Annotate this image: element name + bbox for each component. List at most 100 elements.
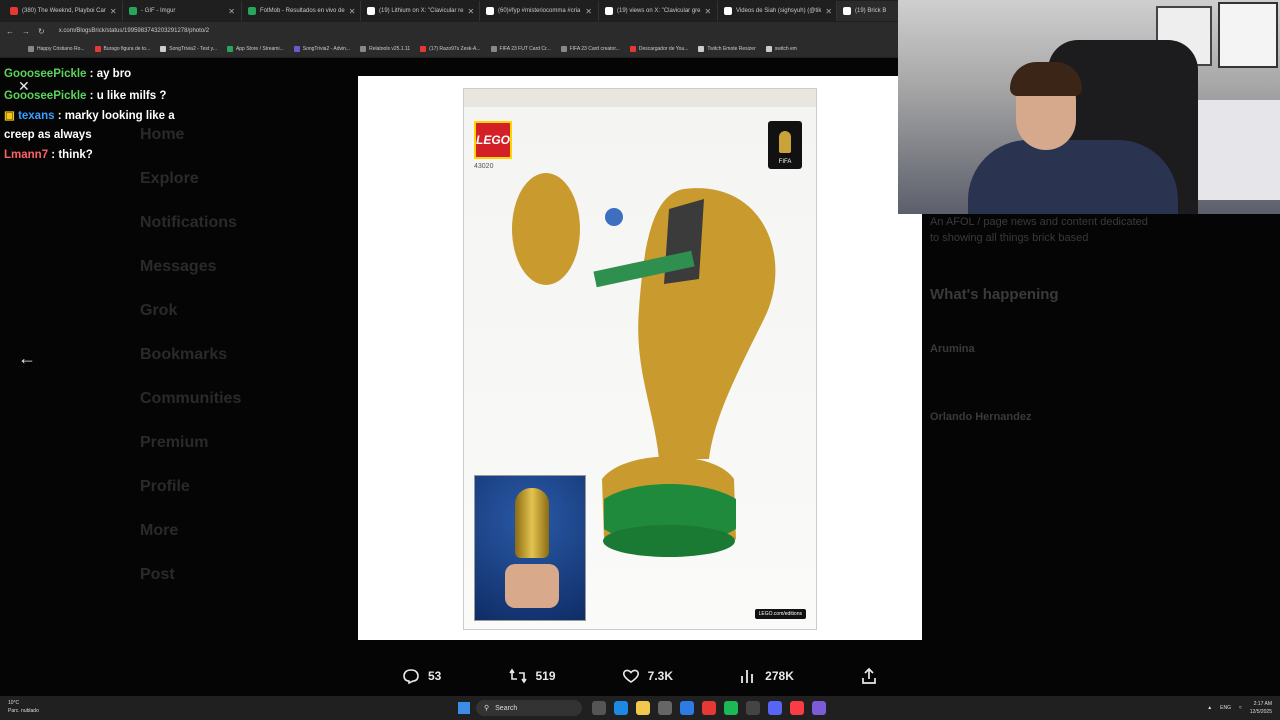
bookmark-item[interactable]: Relatools v25.1.11 [360, 45, 410, 52]
post-actions-bar: 53 519 7.3K 278K [358, 662, 922, 690]
weather-widget[interactable]: 10°C Parc. nublado [8, 699, 39, 715]
tab-label: - GIF - Imgur [141, 8, 176, 14]
browser-tab[interactable]: (19) views on X: "Clavicular gre ✕ [599, 1, 718, 21]
chevron-up-icon[interactable]: ▲ [1207, 705, 1212, 711]
like-button[interactable]: 7.3K [622, 668, 673, 684]
store-icon[interactable] [658, 701, 672, 715]
trend-2[interactable]: Orlando Hernandez [930, 411, 1260, 423]
bookmark-item[interactable]: switch em [765, 45, 797, 52]
share-icon [862, 667, 876, 684]
discord-icon[interactable] [768, 701, 782, 715]
bookmark-item[interactable]: FIFA 23 Card creator... [560, 45, 620, 52]
chat-username[interactable]: GoooseePickle [4, 68, 86, 80]
chat-text: : ay bro [86, 68, 132, 80]
url-field[interactable]: x.com/BlogsBrick/status/1995983743203291… [59, 28, 209, 34]
chat-text: : u like milfs ? [86, 89, 167, 102]
share-button[interactable] [860, 667, 878, 685]
bookmark-favicon-icon [629, 45, 636, 52]
views-count: 278K [765, 669, 794, 683]
sidebar-item-dimmed: Bookmarks [140, 346, 228, 363]
close-icon[interactable]: ✕ [18, 78, 30, 95]
lego-box-image: LEGO 43020 FIFA LEGO.com/editions [463, 88, 817, 630]
bookmark-item[interactable]: SongTrivia2 - Test y... [160, 45, 217, 52]
browser-tab[interactable]: (60)#fyp #misteriocomma #cria ✕ [480, 1, 599, 21]
tab-close-icon[interactable]: ✕ [349, 7, 356, 16]
trend-1[interactable]: Arumina [930, 343, 1260, 355]
bookmark-item[interactable]: Descargador de You... [629, 45, 689, 52]
browser-tab[interactable]: (19) Lithium on X: "Clavicular re ✕ [361, 1, 480, 21]
bookmark-item[interactable]: Happy Cristiano Ro... [28, 45, 85, 52]
reload-icon[interactable]: ↻ [38, 27, 45, 36]
real-trophy-photo [474, 475, 586, 621]
tab-favicon-icon [10, 7, 18, 15]
bookmark-label: SongTrivia2 - Test y... [169, 45, 217, 52]
lang-indicator[interactable]: ENG [1220, 705, 1231, 711]
mail-icon[interactable] [680, 701, 694, 715]
bookmark-item[interactable]: App Store / Streami... [226, 45, 284, 52]
windows-taskbar: 10°C Parc. nublado ⚲ Search ▲ ENG ≈ 2:17… [0, 696, 1280, 720]
reply-count: 53 [428, 669, 442, 683]
bookmark-label: FIFA 23 Card creator... [569, 45, 620, 52]
stream-chat: GoooseePickle : ay bro GoooseePickle : u … [4, 64, 204, 167]
bookmark-label: Happy Cristiano Ro... [37, 45, 85, 52]
browser-tab[interactable]: Videos de Siah (sighsyuh) (@tik ✕ [718, 1, 837, 21]
tab-close-icon[interactable]: ✕ [468, 7, 475, 16]
whats-happening-heading: What's happening [930, 286, 1059, 303]
wall-jersey-frame [1218, 2, 1278, 68]
tab-close-icon[interactable]: ✕ [585, 7, 592, 16]
right-column-dimmed: An AFOL / page news and content dedicate… [930, 214, 1260, 423]
bookmark-item[interactable]: FIFA 23 FUT Card Cr... [490, 45, 551, 52]
app-icon[interactable] [812, 701, 826, 715]
wifi-icon[interactable]: ≈ [1239, 705, 1242, 711]
bookmark-label: Burago figura de to... [103, 45, 151, 52]
bookmark-item[interactable]: Burago figura de to... [94, 45, 151, 52]
tab-close-icon[interactable]: ✕ [825, 7, 832, 16]
steam-icon[interactable] [746, 701, 760, 715]
windows-start-icon[interactable] [458, 702, 470, 714]
bookmark-favicon-icon [28, 45, 34, 52]
chat-username[interactable]: texans [18, 110, 54, 122]
back-nav-icon[interactable]: ← [6, 27, 14, 36]
clock-time: 2:17 AM [1253, 701, 1272, 707]
tab-favicon-icon [486, 7, 494, 15]
spotify-icon[interactable] [724, 701, 738, 715]
bookmark-item[interactable]: Twitch Emote Resizer [698, 45, 756, 52]
task-view-icon[interactable] [592, 701, 606, 715]
chat-message: GoooseePickle : ay bro [4, 64, 204, 86]
back-arrow-icon[interactable]: ← [18, 348, 36, 369]
chat-username[interactable]: Lmann7 [4, 149, 48, 161]
views-icon [741, 670, 754, 683]
chrome-icon[interactable] [702, 701, 716, 715]
browser-tab[interactable]: (380) The Weeknd, Playboi Car ✕ [4, 1, 123, 21]
forward-nav-icon[interactable]: → [22, 27, 30, 36]
tab-close-icon[interactable]: ✕ [228, 7, 235, 16]
reply-button[interactable]: 53 [402, 668, 441, 684]
views-button[interactable]: 278K [739, 668, 794, 684]
bookmark-item[interactable]: (17) Razo97s Zesk-A... [420, 45, 481, 52]
bookmark-label: Descargador de You... [638, 45, 689, 52]
chat-message: ▣ texans : marky looking like a creep as… [4, 107, 204, 145]
tab-close-icon[interactable]: ✕ [110, 7, 117, 16]
weather-desc: Parc. nublado [8, 708, 39, 714]
file-explorer-icon[interactable] [636, 701, 650, 715]
tab-close-icon[interactable]: ✕ [705, 7, 712, 16]
profile-bio: An AFOL / page news and content dedicate… [930, 216, 1148, 244]
bookmark-label: (17) Razo97s Zesk-A... [429, 45, 481, 52]
bookmark-favicon-icon [160, 45, 167, 52]
browser-tab[interactable]: FotMob - Resultados en vivo de ✕ [242, 1, 361, 21]
tab-label: Videos de Siah (sighsyuh) (@tik [736, 8, 822, 14]
tab-label: (19) Lithium on X: "Clavicular re [379, 8, 464, 14]
chat-username[interactable]: GoooseePickle [4, 90, 86, 102]
browser-tab[interactable]: - GIF - Imgur ✕ [123, 1, 242, 21]
sidebar-item-dimmed: Post [140, 566, 175, 583]
bookmark-item[interactable]: SongTrivia2 - Advin... [293, 45, 350, 52]
repost-button[interactable]: 519 [508, 668, 556, 684]
edge-icon[interactable] [614, 701, 628, 715]
music-icon[interactable] [790, 701, 804, 715]
taskbar-search[interactable]: ⚲ Search [476, 700, 582, 716]
sidebar-item-dimmed: Profile [140, 478, 190, 495]
streamer-body [968, 140, 1178, 214]
sidebar-item-dimmed: Messages [140, 258, 217, 275]
clock[interactable]: 2:17 AM 12/5/2025 [1250, 700, 1272, 716]
pinned-apps [592, 701, 826, 715]
